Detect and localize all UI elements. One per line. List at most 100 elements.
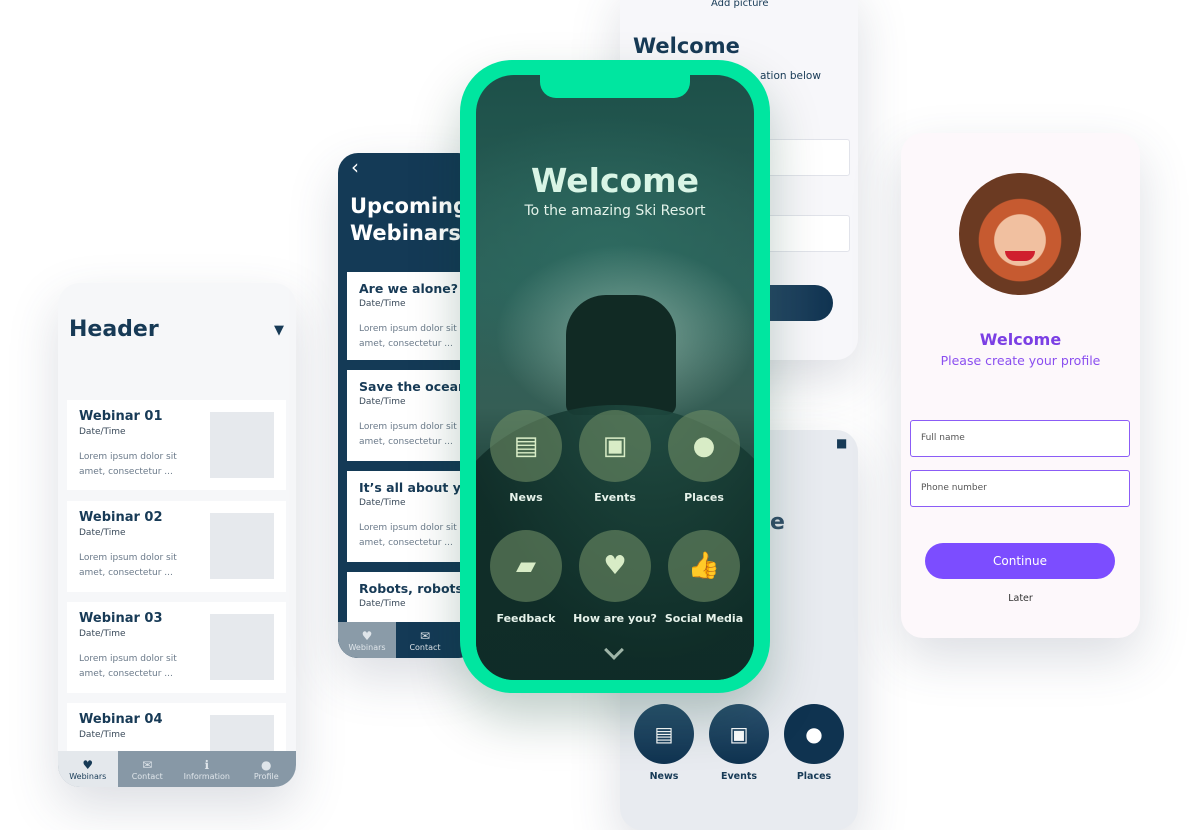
user-icon: ● (261, 757, 272, 772)
card-date: Date/Time (359, 299, 406, 309)
image-placeholder (210, 513, 274, 579)
news-button[interactable]: ▤ (634, 704, 694, 764)
back-button[interactable]: ‹ (351, 155, 359, 179)
social-media-label: Social Media (664, 612, 744, 625)
events-button[interactable]: ▣ (579, 410, 651, 482)
card-text: Lorem ipsum dolor sit amet, consectetur … (79, 452, 177, 477)
upcoming-webinars-phone: ‹ Upcoming Webinars Are we alone? Date/Tim… (338, 153, 478, 658)
news-label: News (509, 491, 543, 504)
tab-information[interactable]: ℹ Information (177, 751, 237, 787)
card-date: Date/Time (79, 427, 126, 437)
add-picture-link[interactable]: Add picture (711, 0, 768, 9)
title-line: Upcoming (350, 194, 469, 218)
list-item[interactable]: Webinar 02 Date/Time Lorem ipsum dolor sit… (67, 501, 286, 592)
feedback-button[interactable]: ▰ (490, 530, 562, 602)
news-label: News (649, 771, 679, 782)
chat-icon: ▰ (516, 551, 536, 581)
places-button[interactable]: ● (784, 704, 844, 764)
list-item[interactable]: Webinar 01 Date/Time Lorem ipsum dolor sit… (67, 400, 286, 490)
heart-icon: ♥ (603, 551, 627, 581)
tab-label: Profile (253, 771, 279, 781)
form-title: Welcome (633, 34, 740, 58)
phone-screen: Welcome To the amazing Ski Resort ▤ ▣ ● … (476, 75, 754, 680)
card-date: Date/Time (359, 397, 406, 407)
tab-profile[interactable]: ● Profile (237, 751, 297, 787)
filter-icon[interactable]: ▼ (274, 323, 284, 338)
list-item[interactable]: Webinar 03 Date/Time Lorem ipsum dolor sit… (67, 602, 286, 693)
card-title: Are we alone? (359, 281, 458, 296)
events-button[interactable]: ▣ (709, 704, 769, 764)
card-text: Lorem ipsum dolor sit amet, consectetur … (359, 422, 457, 447)
tab-contact[interactable]: ✉ Contact (396, 622, 454, 658)
card-date: Date/Time (79, 629, 126, 639)
profile-phone: Welcome Please create your profile Full … (901, 133, 1140, 638)
calendar-icon: ▣ (602, 431, 628, 461)
tab-contact[interactable]: ✉ Contact (118, 751, 178, 787)
webinar-list-phone: Header ▼ Webinar 01 Date/Time Lorem ipsum … (58, 283, 296, 787)
card-title: Robots, robots (359, 581, 463, 596)
avatar-smile (1005, 251, 1035, 261)
avatar[interactable] (959, 173, 1081, 295)
tab-label: Contact (131, 771, 163, 781)
notch (540, 75, 690, 98)
how-are-you-button[interactable]: ♥ (579, 530, 651, 602)
tab-webinars[interactable]: ♥ Webinars (58, 751, 118, 787)
events-label: Events (594, 491, 636, 504)
tab-label: Webinars (69, 771, 107, 781)
info-icon: ℹ (204, 757, 210, 772)
welcome-title: Welcome (531, 161, 699, 200)
chat-icon[interactable]: ■ (836, 436, 847, 450)
tab-webinars[interactable]: ♥ Webinars (338, 622, 396, 658)
news-button[interactable]: ▤ (490, 410, 562, 482)
mail-icon: ✉ (419, 628, 431, 643)
page-title: Header (69, 317, 159, 342)
card-title: Webinar 01 (79, 409, 163, 424)
profile-subtitle: Please create your profile (940, 353, 1101, 368)
list-item[interactable]: Are we alone? Date/Time Lorem ipsum dolor … (347, 272, 478, 360)
tab-label: Information (183, 771, 230, 781)
card-date: Date/Time (79, 730, 126, 740)
card-date: Date/Time (359, 599, 406, 609)
card-text: Lorem ipsum dolor sit amet, consectetur … (359, 523, 457, 548)
profile-title: Welcome (979, 330, 1062, 349)
full-name-input[interactable]: Full name (910, 420, 1130, 457)
page-title: Upcoming Webinars (350, 193, 468, 247)
places-button[interactable]: ● (668, 410, 740, 482)
feedback-label: Feedback (496, 612, 556, 625)
title-fragment: e (770, 510, 785, 535)
tab-label: Webinars (348, 642, 386, 652)
places-label: Places (796, 771, 832, 782)
welcome-subtitle: To the amazing Ski Resort (524, 203, 706, 219)
newspaper-icon: ▤ (513, 431, 539, 461)
list-item[interactable]: Save the oceans Date/Time Lorem ipsum dolo… (347, 370, 478, 461)
social-media-button[interactable]: 👍 (668, 530, 740, 602)
image-placeholder (210, 412, 274, 478)
newspaper-icon: ▤ (654, 722, 674, 746)
heart-icon: ♥ (82, 757, 94, 772)
thumbs-up-icon: 👍 (687, 551, 721, 581)
card-text: Lorem ipsum dolor sit amet, consectetur … (79, 553, 177, 578)
card-title: Save the oceans (359, 379, 475, 394)
heart-icon: ♥ (361, 628, 373, 643)
card-title: Webinar 03 (79, 611, 163, 626)
calendar-icon: ▣ (729, 722, 749, 746)
how-are-you-label: How are you? (573, 612, 657, 625)
map-pin-icon: ● (692, 431, 716, 461)
tab-bar: ♥ Webinars ✉ Contact ℹ Information ● Profile (58, 751, 296, 787)
places-label: Places (684, 491, 724, 504)
list-item[interactable]: It’s all about yo Date/Time Lorem ipsum do… (347, 471, 478, 562)
image-placeholder (210, 614, 274, 680)
card-text: Lorem ipsum dolor sit amet, consectetur … (359, 324, 457, 349)
card-title: Webinar 04 (79, 712, 163, 727)
card-date: Date/Time (359, 498, 406, 508)
phone-number-input[interactable]: Phone number (910, 470, 1130, 507)
tab-label: Contact (409, 642, 441, 652)
ski-resort-phone: Welcome To the amazing Ski Resort ▤ ▣ ● … (460, 60, 770, 693)
map-pin-icon: ● (805, 722, 823, 746)
continue-button[interactable]: Continue (925, 543, 1115, 579)
card-text: Lorem ipsum dolor sit amet, consectetur … (79, 654, 177, 679)
form-subtitle: ation below (760, 70, 821, 82)
card-title: It’s all about yo (359, 480, 470, 495)
later-link[interactable]: Later (901, 593, 1140, 604)
card-date: Date/Time (79, 528, 126, 538)
